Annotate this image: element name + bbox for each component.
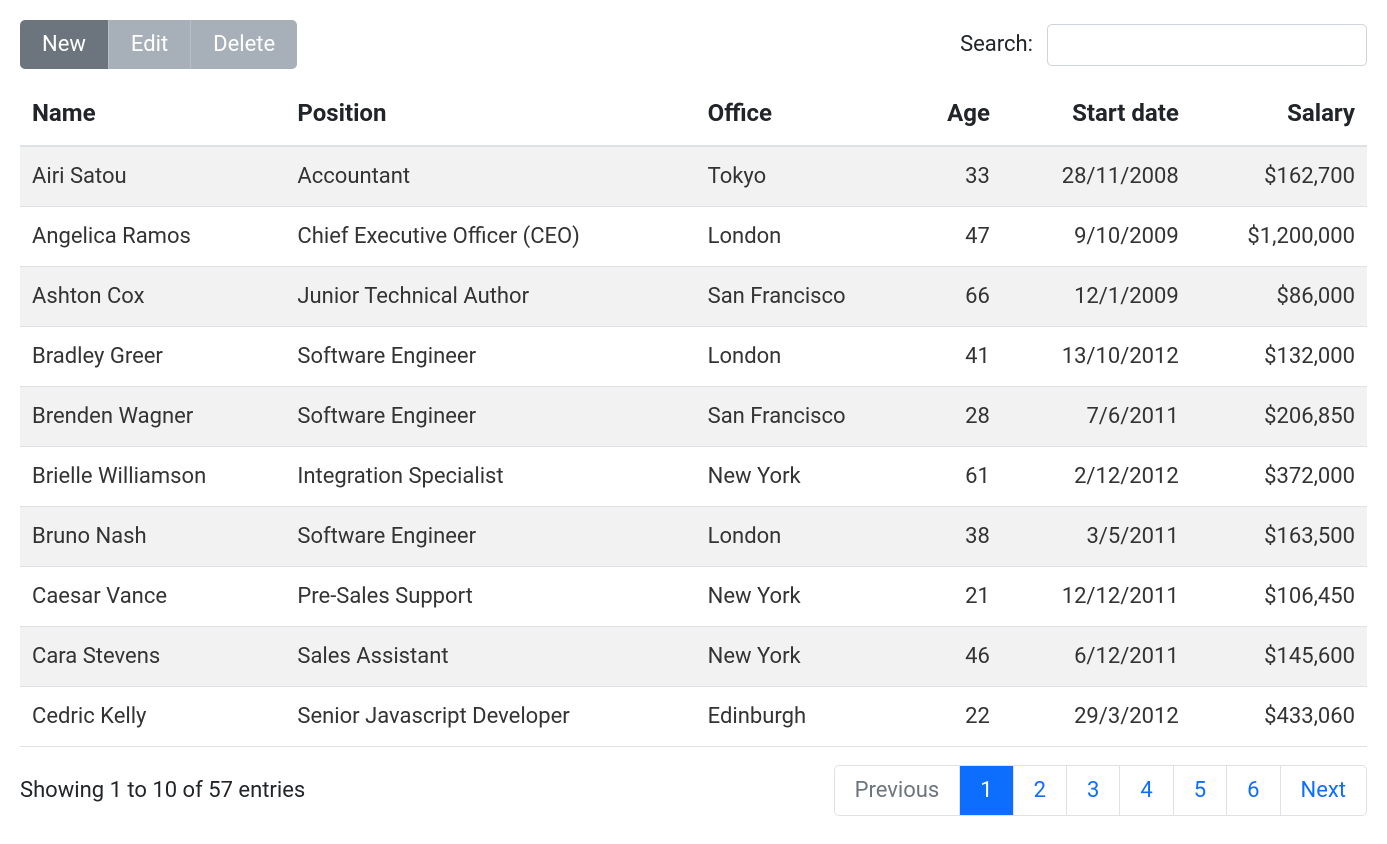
cell-start_date: 6/12/2011 xyxy=(1002,627,1191,687)
edit-button[interactable]: Edit xyxy=(108,20,190,69)
column-header-office[interactable]: Office xyxy=(696,83,913,146)
page-previous-button: Previous xyxy=(835,766,960,815)
cell-name: Angelica Ramos xyxy=(20,207,285,267)
cell-age: 66 xyxy=(912,267,1001,327)
cell-age: 33 xyxy=(912,146,1001,207)
cell-name: Bradley Greer xyxy=(20,327,285,387)
cell-name: Bruno Nash xyxy=(20,507,285,567)
page-button-6[interactable]: 6 xyxy=(1226,766,1279,815)
cell-office: London xyxy=(696,507,913,567)
cell-office: New York xyxy=(696,447,913,507)
footer-row: Showing 1 to 10 of 57 entries Previous12… xyxy=(20,765,1367,816)
cell-salary: $145,600 xyxy=(1191,627,1367,687)
table-row[interactable]: Cara StevensSales AssistantNew York466/1… xyxy=(20,627,1367,687)
page-button-1[interactable]: 1 xyxy=(959,766,1012,815)
column-header-salary[interactable]: Salary xyxy=(1191,83,1367,146)
cell-name: Airi Satou xyxy=(20,146,285,207)
cell-name: Cedric Kelly xyxy=(20,687,285,747)
cell-salary: $86,000 xyxy=(1191,267,1367,327)
action-button-group: New Edit Delete xyxy=(20,20,297,69)
page-button-2[interactable]: 2 xyxy=(1013,766,1066,815)
page-next-button[interactable]: Next xyxy=(1280,766,1366,815)
cell-office: Tokyo xyxy=(696,146,913,207)
cell-start_date: 9/10/2009 xyxy=(1002,207,1191,267)
cell-office: San Francisco xyxy=(696,267,913,327)
cell-start_date: 12/1/2009 xyxy=(1002,267,1191,327)
cell-salary: $1,200,000 xyxy=(1191,207,1367,267)
cell-office: New York xyxy=(696,567,913,627)
cell-name: Brenden Wagner xyxy=(20,387,285,447)
table-body: Airi SatouAccountantTokyo3328/11/2008$16… xyxy=(20,146,1367,747)
cell-position: Senior Javascript Developer xyxy=(285,687,695,747)
cell-position: Software Engineer xyxy=(285,327,695,387)
cell-position: Accountant xyxy=(285,146,695,207)
cell-position: Integration Specialist xyxy=(285,447,695,507)
cell-office: New York xyxy=(696,627,913,687)
search-wrap: Search: xyxy=(960,24,1367,66)
cell-salary: $206,850 xyxy=(1191,387,1367,447)
cell-age: 21 xyxy=(912,567,1001,627)
cell-salary: $433,060 xyxy=(1191,687,1367,747)
column-header-age[interactable]: Age xyxy=(912,83,1001,146)
cell-age: 28 xyxy=(912,387,1001,447)
new-button[interactable]: New xyxy=(20,20,108,69)
cell-age: 61 xyxy=(912,447,1001,507)
table-row[interactable]: Caesar VancePre-Sales SupportNew York211… xyxy=(20,567,1367,627)
cell-position: Sales Assistant xyxy=(285,627,695,687)
search-label: Search: xyxy=(960,32,1033,57)
cell-office: London xyxy=(696,327,913,387)
table-row[interactable]: Bradley GreerSoftware EngineerLondon4113… xyxy=(20,327,1367,387)
cell-position: Software Engineer xyxy=(285,507,695,567)
cell-position: Junior Technical Author xyxy=(285,267,695,327)
cell-start_date: 29/3/2012 xyxy=(1002,687,1191,747)
column-header-start-date[interactable]: Start date xyxy=(1002,83,1191,146)
cell-start_date: 3/5/2011 xyxy=(1002,507,1191,567)
cell-start_date: 7/6/2011 xyxy=(1002,387,1191,447)
cell-start_date: 2/12/2012 xyxy=(1002,447,1191,507)
table-row[interactable]: Brenden WagnerSoftware EngineerSan Franc… xyxy=(20,387,1367,447)
cell-age: 47 xyxy=(912,207,1001,267)
cell-start_date: 13/10/2012 xyxy=(1002,327,1191,387)
cell-name: Caesar Vance xyxy=(20,567,285,627)
cell-salary: $132,000 xyxy=(1191,327,1367,387)
cell-salary: $162,700 xyxy=(1191,146,1367,207)
column-header-name[interactable]: Name xyxy=(20,83,285,146)
delete-button[interactable]: Delete xyxy=(190,20,297,69)
cell-position: Pre-Sales Support xyxy=(285,567,695,627)
table-row[interactable]: Ashton CoxJunior Technical AuthorSan Fra… xyxy=(20,267,1367,327)
cell-office: Edinburgh xyxy=(696,687,913,747)
cell-start_date: 28/11/2008 xyxy=(1002,146,1191,207)
cell-age: 41 xyxy=(912,327,1001,387)
cell-name: Brielle Williamson xyxy=(20,447,285,507)
page-button-5[interactable]: 5 xyxy=(1173,766,1226,815)
data-table: NamePositionOfficeAgeStart dateSalary Ai… xyxy=(20,83,1367,747)
paginator: Previous123456Next xyxy=(834,765,1367,816)
search-input[interactable] xyxy=(1047,24,1367,66)
cell-salary: $163,500 xyxy=(1191,507,1367,567)
table-row[interactable]: Brielle WilliamsonIntegration Specialist… xyxy=(20,447,1367,507)
table-row[interactable]: Cedric KellySenior Javascript DeveloperE… xyxy=(20,687,1367,747)
cell-name: Cara Stevens xyxy=(20,627,285,687)
cell-office: San Francisco xyxy=(696,387,913,447)
column-header-position[interactable]: Position xyxy=(285,83,695,146)
cell-age: 38 xyxy=(912,507,1001,567)
cell-office: London xyxy=(696,207,913,267)
cell-position: Chief Executive Officer (CEO) xyxy=(285,207,695,267)
page-button-4[interactable]: 4 xyxy=(1119,766,1172,815)
cell-start_date: 12/12/2011 xyxy=(1002,567,1191,627)
table-row[interactable]: Bruno NashSoftware EngineerLondon383/5/2… xyxy=(20,507,1367,567)
table-info: Showing 1 to 10 of 57 entries xyxy=(20,778,305,803)
cell-salary: $106,450 xyxy=(1191,567,1367,627)
cell-salary: $372,000 xyxy=(1191,447,1367,507)
table-header: NamePositionOfficeAgeStart dateSalary xyxy=(20,83,1367,146)
cell-age: 46 xyxy=(912,627,1001,687)
table-row[interactable]: Airi SatouAccountantTokyo3328/11/2008$16… xyxy=(20,146,1367,207)
table-row[interactable]: Angelica RamosChief Executive Officer (C… xyxy=(20,207,1367,267)
cell-position: Software Engineer xyxy=(285,387,695,447)
page-button-3[interactable]: 3 xyxy=(1066,766,1119,815)
cell-name: Ashton Cox xyxy=(20,267,285,327)
cell-age: 22 xyxy=(912,687,1001,747)
toolbar-row: New Edit Delete Search: xyxy=(20,20,1367,69)
